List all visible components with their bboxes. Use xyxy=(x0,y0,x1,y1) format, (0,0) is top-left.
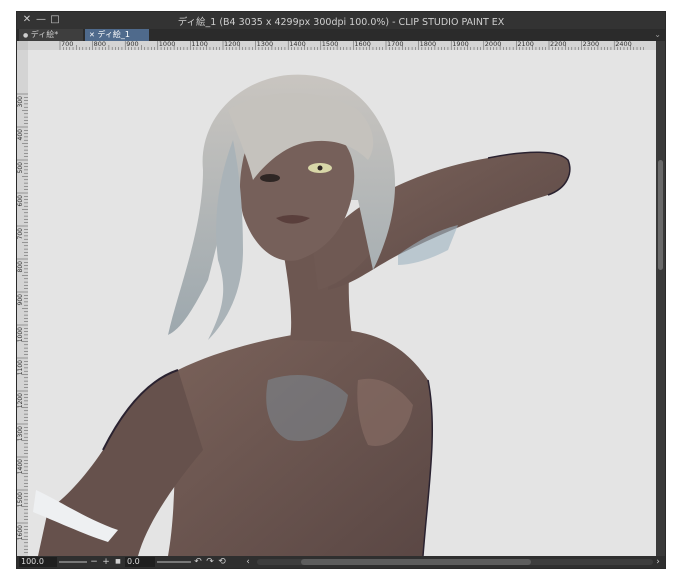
ruler-label: 700 xyxy=(61,41,74,48)
ruler-label: 300 xyxy=(17,96,24,108)
title-bar: ✕ — □ ディ絵_1 (B4 3035 x 4299px 300dpi 100… xyxy=(17,12,665,29)
tab-label: ディ絵_1 xyxy=(97,30,130,39)
ruler-label: 1200 xyxy=(17,393,24,409)
ruler-label: 1600 xyxy=(354,41,371,48)
ruler-label: 1400 xyxy=(17,459,24,475)
window-title: ディ絵_1 (B4 3035 x 4299px 300dpi 100.0%) -… xyxy=(177,17,505,28)
zoom-slider[interactable] xyxy=(59,561,87,563)
close-tab-icon[interactable]: ✕ xyxy=(89,31,95,39)
ruler-label: 1500 xyxy=(17,492,24,508)
ruler-label: 700 xyxy=(17,228,24,240)
fit-view-button[interactable]: ■ xyxy=(113,556,123,568)
ruler-label: 1000 xyxy=(17,327,24,343)
scroll-left-icon[interactable]: ‹ xyxy=(243,556,253,568)
ruler-label: 800 xyxy=(17,261,24,273)
ruler-label: 400 xyxy=(17,129,24,141)
ruler-label: 1400 xyxy=(289,41,306,48)
vertical-scrollbar-thumb[interactable] xyxy=(658,160,663,270)
ruler-label: 800 xyxy=(93,41,107,48)
tab-document-2[interactable]: ✕ ディ絵_1 xyxy=(85,29,149,41)
rotation-slider[interactable] xyxy=(157,561,191,563)
ruler-label: 1200 xyxy=(224,41,241,48)
drawing-canvas[interactable] xyxy=(28,50,656,556)
unsaved-dot-icon: ● xyxy=(23,32,29,39)
ruler-label: 1300 xyxy=(256,41,274,48)
ruler-label: 900 xyxy=(126,41,139,48)
ruler-label: 1300 xyxy=(17,426,24,442)
status-bar: 100.0 − + ■ 0.0 ↶ ↷ ⟲ ‹ › xyxy=(17,556,665,568)
reset-rotation-button[interactable]: ⟲ xyxy=(217,556,227,568)
tab-label: ディ絵* xyxy=(30,30,59,39)
zoom-in-button[interactable]: + xyxy=(101,556,111,568)
artwork-illustration xyxy=(33,74,571,556)
ruler-label: 1700 xyxy=(387,41,404,48)
ruler-label: 1000 xyxy=(158,41,176,48)
ruler-label: 1600 xyxy=(17,525,24,541)
app-window: ✕ — □ ディ絵_1 (B4 3035 x 4299px 300dpi 100… xyxy=(16,11,666,569)
tab-document-1[interactable]: ● ディ絵* xyxy=(19,29,83,41)
zoom-out-button[interactable]: − xyxy=(89,556,99,568)
ruler-label: 1800 xyxy=(419,41,437,48)
ruler-label: 1100 xyxy=(17,360,24,376)
horizontal-scrollbar-thumb[interactable] xyxy=(301,559,531,565)
ruler-label: 1900 xyxy=(452,41,469,48)
rotate-left-button[interactable]: ↶ xyxy=(193,556,203,568)
ruler-label: 1500 xyxy=(321,41,339,48)
ruler-label: 2100 xyxy=(517,41,534,48)
document-tab-bar: ● ディ絵* ✕ ディ絵_1 ⌄ xyxy=(17,29,665,41)
ruler-label: 2000 xyxy=(484,41,502,48)
ruler-label: 600 xyxy=(17,195,24,207)
rotation-field[interactable]: 0.0 xyxy=(125,557,155,567)
ruler-label: 1100 xyxy=(191,41,208,48)
tab-overflow-icon[interactable]: ⌄ xyxy=(654,29,661,41)
vertical-scrollbar[interactable] xyxy=(656,50,665,556)
ruler-label: 2200 xyxy=(550,41,567,48)
rotate-right-button[interactable]: ↷ xyxy=(205,556,215,568)
zoom-field[interactable]: 100.0 xyxy=(19,557,57,567)
ruler-label: 2300 xyxy=(582,41,600,48)
ruler-label: 900 xyxy=(17,294,24,306)
scroll-right-icon[interactable]: › xyxy=(653,556,663,568)
ruler-label: 2400 xyxy=(615,41,632,48)
ruler-label: 500 xyxy=(17,162,24,174)
horizontal-scrollbar[interactable] xyxy=(257,559,653,565)
